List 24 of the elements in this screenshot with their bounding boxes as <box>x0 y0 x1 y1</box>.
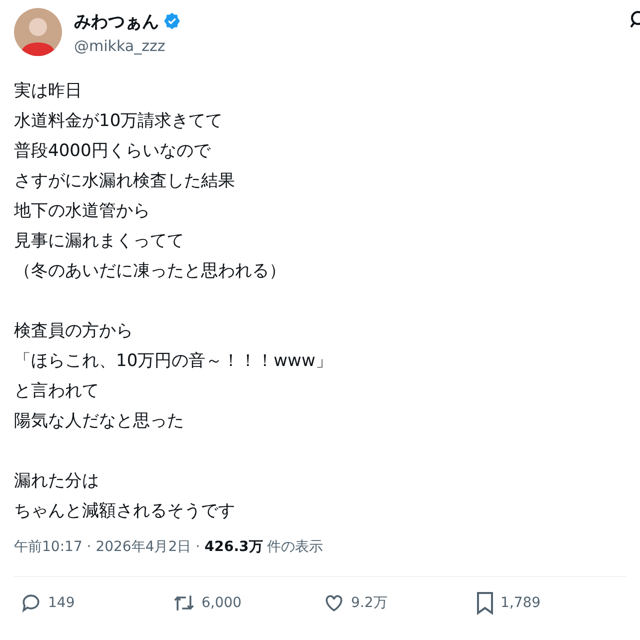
bookmark-button[interactable]: 1,789 <box>474 591 626 615</box>
post-text-line: 検査員の方から <box>14 320 134 343</box>
post-text-line: と言われて <box>14 380 100 403</box>
user-name[interactable]: みわつぁん <box>74 10 159 32</box>
post-text-line: 実は昨日 <box>14 80 83 103</box>
post-text-line: （冬のあいだに凍ったと思われる） <box>14 260 287 283</box>
post-text-line: 水道料金が10万請求きてて <box>14 110 224 133</box>
avatar[interactable] <box>14 8 62 56</box>
post-text-line: ちゃんと減額されるそうです <box>14 500 236 523</box>
post-text-line: 普段4000円くらいなので <box>14 140 212 163</box>
post-text-line: 漏れた分は <box>14 470 100 493</box>
bookmark-icon <box>474 591 494 615</box>
post-text-line: 地下の水道管から <box>14 200 151 223</box>
reply-button[interactable]: 149 <box>20 591 172 615</box>
reply-icon <box>20 592 42 614</box>
user-handle[interactable]: @mikka_zzz <box>74 36 181 54</box>
like-button[interactable]: 9.2万 <box>323 591 474 615</box>
post-text-line: 陽気な人だなと思った <box>14 410 185 433</box>
post-meta: 午前10:17 · 2026年4月2日 · 426.3万 件の表示 <box>14 538 324 556</box>
post-text-line: 「ほらこれ、10万円の音～！！！www」 <box>14 350 334 373</box>
repost-button[interactable]: 6,000 <box>172 591 323 615</box>
post-text-line: さすがに水漏れ検査した結果 <box>14 170 236 193</box>
heart-icon <box>323 592 345 614</box>
post-text-line: 見事に漏れまくってて <box>14 230 185 253</box>
